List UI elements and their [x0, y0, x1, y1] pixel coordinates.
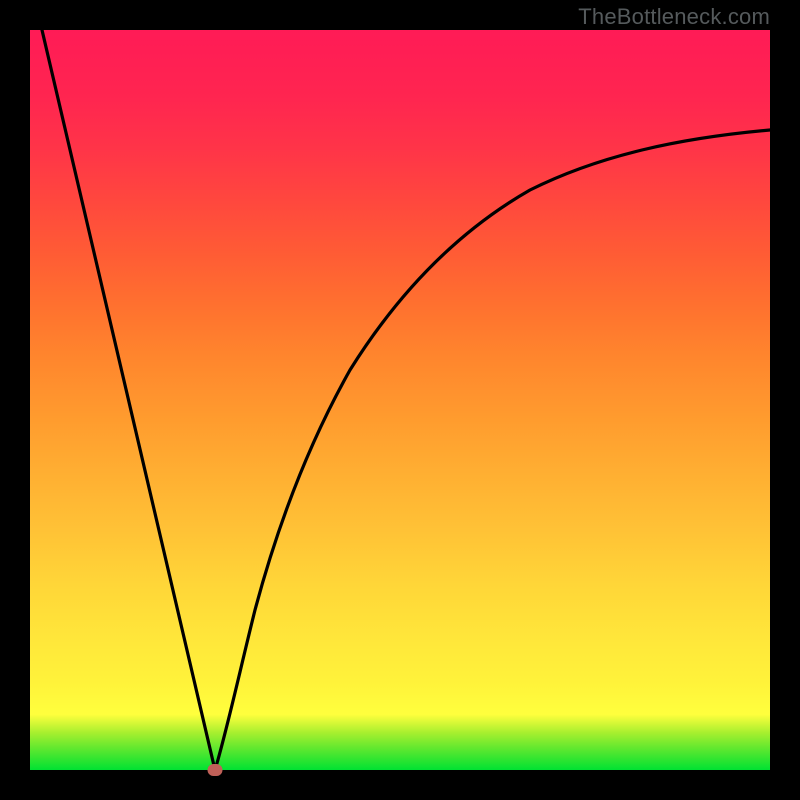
- curve-svg: [30, 30, 770, 770]
- chart-plot-area: [30, 30, 770, 770]
- min-marker: [208, 764, 223, 776]
- curve-left-branch: [42, 30, 215, 770]
- curve-right-branch: [215, 130, 770, 770]
- chart-frame: TheBottleneck.com: [0, 0, 800, 800]
- watermark-text: TheBottleneck.com: [578, 4, 770, 30]
